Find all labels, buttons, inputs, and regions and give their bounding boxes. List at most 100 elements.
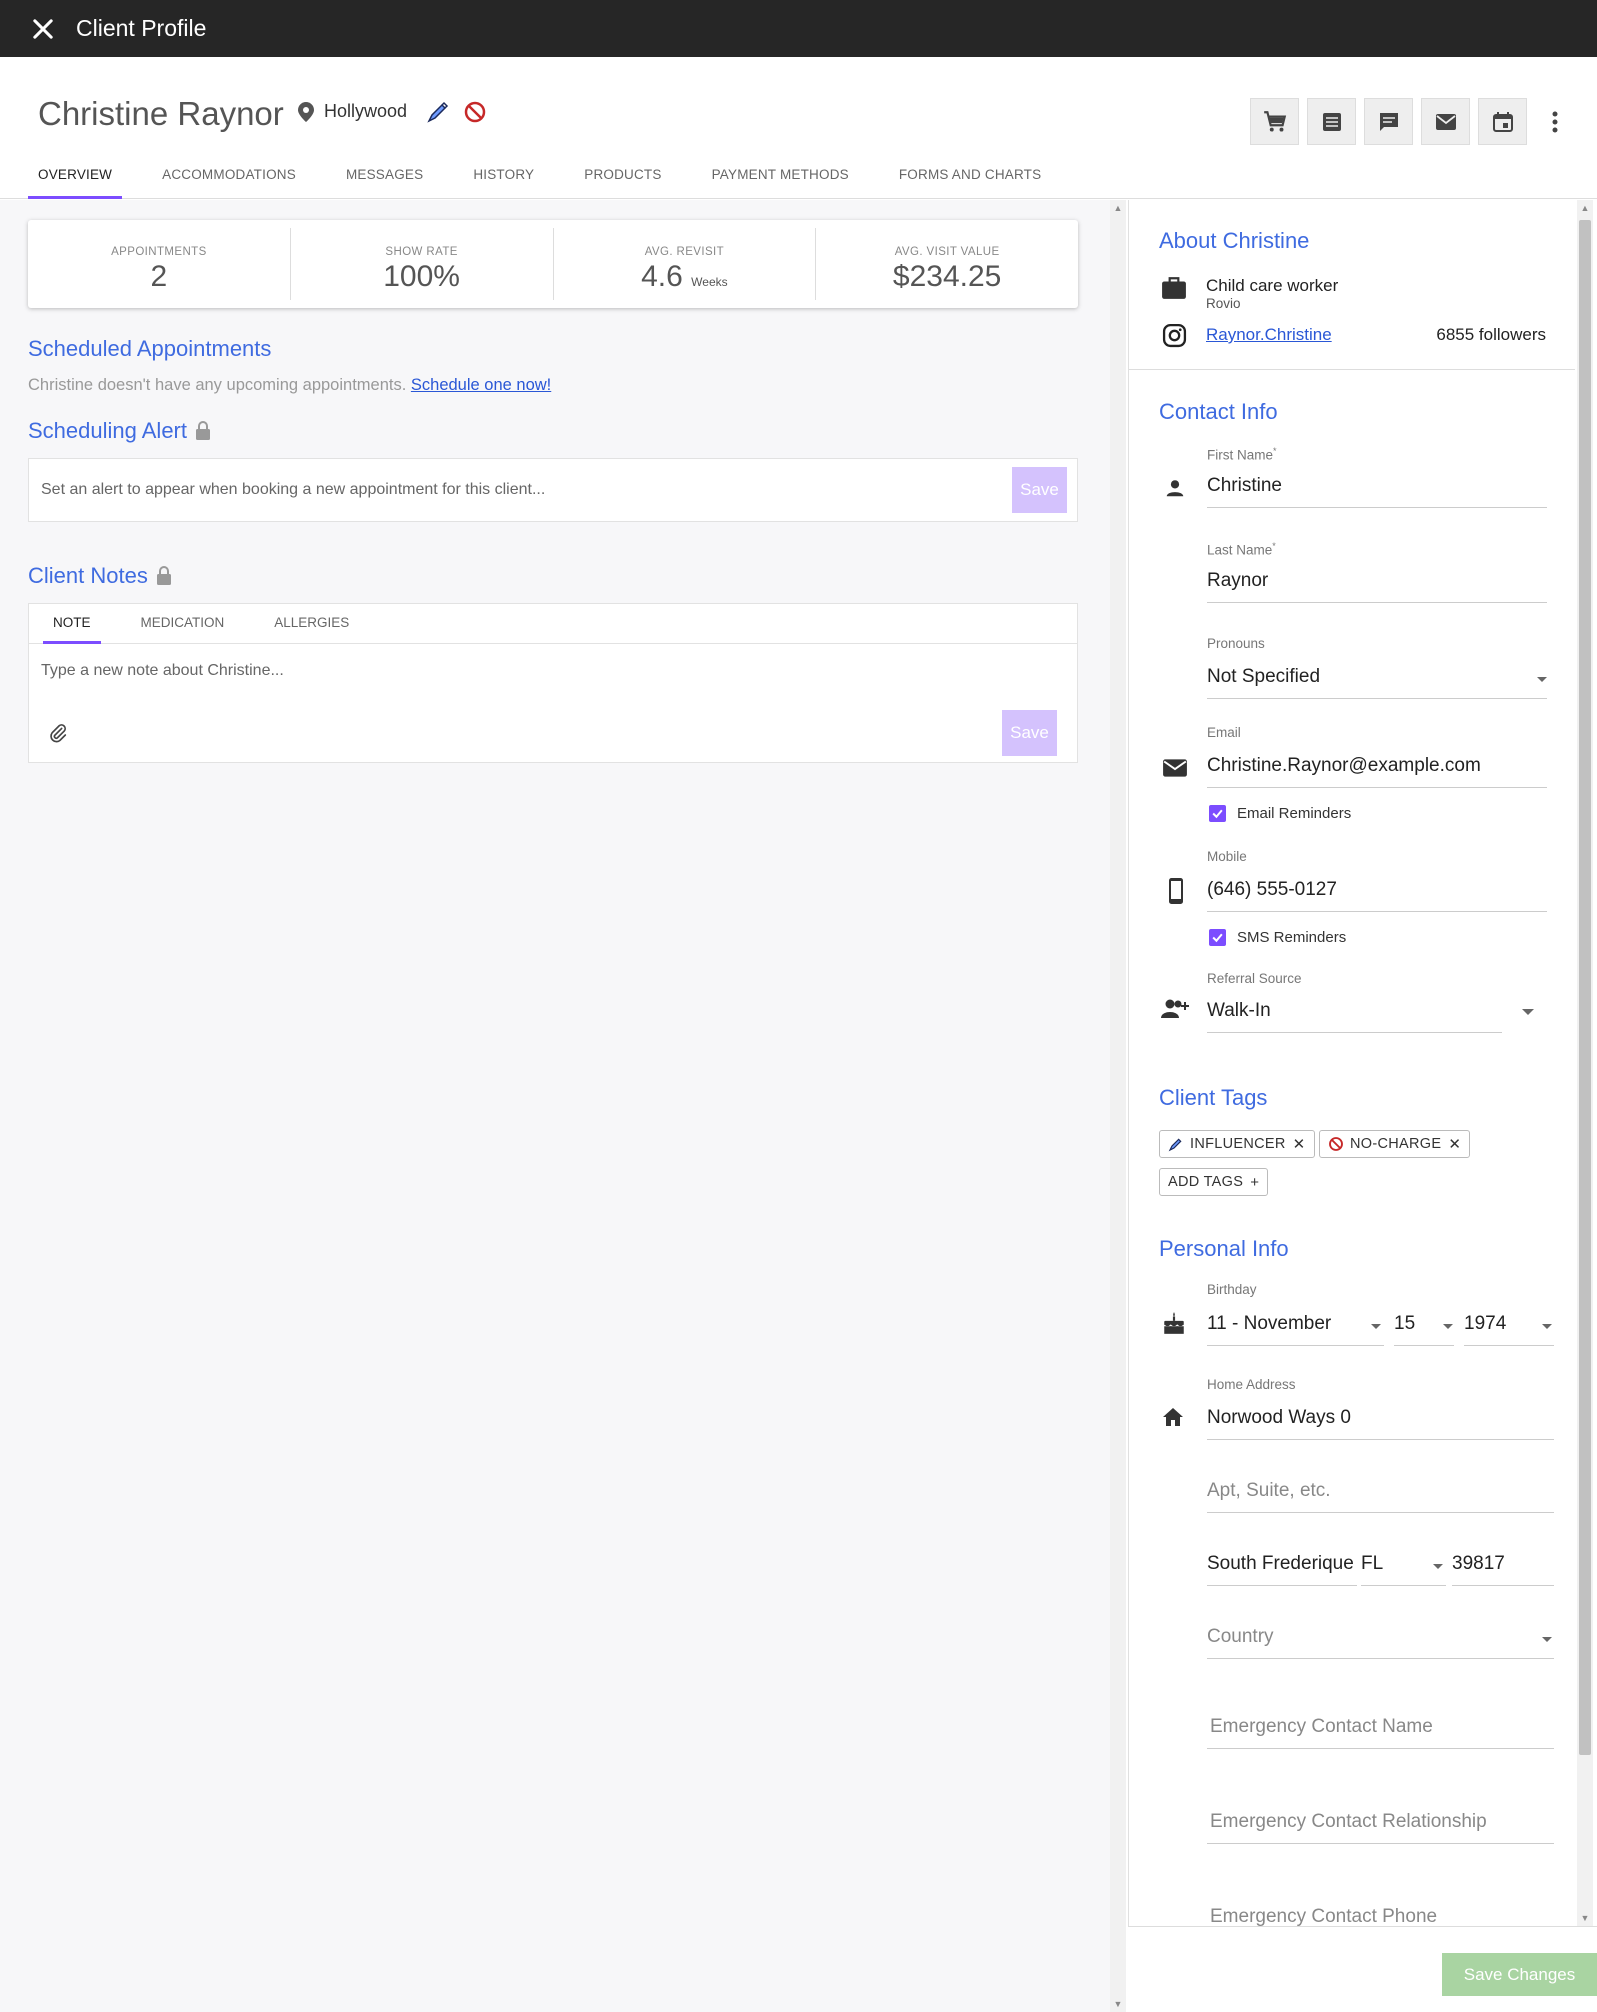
- tab-allergies[interactable]: ALLERGIES: [264, 604, 359, 643]
- lock-icon: [156, 566, 171, 585]
- emergency-contact-relationship-field[interactable]: Emergency Contact Relationship: [1207, 1804, 1554, 1844]
- label-text: First Name: [1207, 447, 1274, 463]
- section-title-text: Scheduling Alert: [28, 418, 187, 443]
- tag-chip-influencer[interactable]: INFLUENCER ✕: [1159, 1130, 1315, 1158]
- tab-products[interactable]: PRODUCTS: [574, 163, 671, 199]
- tab-medication[interactable]: MEDICATION: [131, 604, 235, 643]
- stat-label: SHOW RATE: [385, 246, 458, 258]
- scroll-up-icon[interactable]: ▲: [1577, 200, 1593, 216]
- tab-note[interactable]: NOTE: [43, 604, 101, 644]
- last-name-label: Last Name*: [1207, 541, 1276, 558]
- scroll-down-icon[interactable]: ▼: [1110, 1996, 1126, 2012]
- divider: [1129, 369, 1575, 370]
- calendar-button[interactable]: [1478, 98, 1527, 145]
- required-mark: *: [1272, 541, 1276, 551]
- email-reminders-checkbox[interactable]: [1209, 805, 1226, 822]
- add-tags-label: ADD TAGS: [1168, 1174, 1244, 1190]
- lock-icon: [196, 421, 210, 440]
- more-options-icon[interactable]: [1543, 98, 1567, 145]
- receipt-button[interactable]: [1307, 98, 1356, 145]
- stat-avg-revisit: AVG. REVISIT 4.6 Weeks: [554, 228, 817, 300]
- message-button[interactable]: [1364, 98, 1413, 145]
- no-charge-icon: [1329, 1137, 1343, 1151]
- zip-field[interactable]: 39817: [1452, 1546, 1554, 1586]
- instagram-link[interactable]: Raynor.Christine: [1206, 325, 1332, 345]
- scroll-up-icon[interactable]: ▲: [1110, 200, 1126, 216]
- chevron-down-icon: [1433, 1564, 1443, 1569]
- sms-reminders-checkbox[interactable]: [1209, 929, 1226, 946]
- country-select[interactable]: Country: [1207, 1619, 1554, 1659]
- address-line-1-field[interactable]: Norwood Ways 0: [1207, 1400, 1554, 1440]
- last-name-field[interactable]: Raynor: [1207, 563, 1547, 603]
- section-title-text: Client Notes: [28, 563, 148, 588]
- note-save-button[interactable]: Save: [1002, 710, 1057, 756]
- stat-avg-visit-value: AVG. VISIT VALUE $234.25: [816, 228, 1078, 300]
- tab-forms-and-charts[interactable]: FORMS AND CHARTS: [889, 163, 1051, 199]
- scrollbar-thumb[interactable]: [1579, 220, 1591, 1755]
- about-title: About Christine: [1159, 228, 1310, 253]
- chevron-down-icon: [1537, 677, 1547, 682]
- birthday-label: Birthday: [1207, 1282, 1257, 1297]
- section-title-text: Scheduled Appointments: [28, 336, 272, 361]
- email-button[interactable]: [1421, 98, 1470, 145]
- tab-history[interactable]: HISTORY: [463, 163, 544, 199]
- birth-year-select[interactable]: 1974: [1464, 1306, 1554, 1346]
- person-add-icon: [1161, 998, 1191, 1020]
- tag-chip-no-charge[interactable]: NO-CHARGE ✕: [1319, 1130, 1471, 1158]
- scheduling-alert-input[interactable]: Set an alert to appear when booking a ne…: [28, 458, 1078, 522]
- attachment-icon[interactable]: [47, 722, 69, 744]
- note-input[interactable]: Type a new note about Christine...: [41, 662, 284, 680]
- stat-value-wrap: 4.6 Weeks: [554, 260, 816, 294]
- email-reminders-label: Email Reminders: [1237, 805, 1352, 822]
- mail-icon: [1435, 113, 1456, 130]
- calendar-icon: [1492, 111, 1513, 132]
- briefcase-icon: [1161, 276, 1187, 300]
- mobile-label: Mobile: [1207, 849, 1247, 864]
- chat-icon: [1379, 112, 1398, 131]
- add-tags-button[interactable]: ADD TAGS +: [1159, 1168, 1269, 1196]
- save-changes-button[interactable]: Save Changes: [1442, 1953, 1597, 1996]
- pronouns-select[interactable]: Not Specified: [1207, 659, 1547, 699]
- birth-month-select[interactable]: 11 - November: [1207, 1306, 1384, 1346]
- email-field[interactable]: Christine.Raynor@example.com: [1207, 748, 1547, 788]
- cake-icon: [1161, 1310, 1187, 1336]
- address-line-2-field[interactable]: Apt, Suite, etc.: [1207, 1473, 1554, 1513]
- note-tabs: NOTE MEDICATION ALLERGIES: [29, 604, 1077, 644]
- scroll-down-icon[interactable]: ▼: [1577, 1910, 1593, 1926]
- tag-label: INFLUENCER: [1190, 1136, 1286, 1152]
- profile-tabs: OVERVIEW ACCOMMODATIONS MESSAGES HISTORY…: [28, 163, 1081, 199]
- details-scrollbar[interactable]: ▲ ▼: [1577, 200, 1593, 1926]
- cart-button[interactable]: [1250, 98, 1299, 145]
- personal-info-title: Personal Info: [1159, 1236, 1289, 1261]
- save-bar: Save Changes: [1128, 1926, 1597, 2012]
- tab-messages[interactable]: MESSAGES: [336, 163, 433, 199]
- stat-value: 100%: [383, 260, 460, 293]
- stat-value: 2: [150, 260, 168, 293]
- scheduled-appointments-title: Scheduled Appointments: [28, 336, 271, 362]
- person-icon: [1164, 477, 1186, 499]
- remove-tag-icon[interactable]: ✕: [1448, 1135, 1461, 1153]
- city-field[interactable]: South Frederique: [1207, 1546, 1357, 1586]
- stat-label: AVG. VISIT VALUE: [894, 246, 1000, 258]
- client-notes-title: Client Notes: [28, 563, 172, 589]
- referral-source-select[interactable]: Walk-In: [1207, 993, 1502, 1033]
- alert-save-button[interactable]: Save: [1012, 467, 1067, 513]
- tab-overview[interactable]: OVERVIEW: [28, 163, 123, 199]
- mobile-field[interactable]: (646) 555-0127: [1207, 872, 1547, 912]
- first-name-field[interactable]: Christine: [1207, 468, 1547, 508]
- schedule-now-link[interactable]: Schedule one now!: [411, 376, 551, 394]
- emergency-contact-name-field[interactable]: Emergency Contact Name: [1207, 1709, 1554, 1749]
- remove-tag-icon[interactable]: ✕: [1293, 1135, 1306, 1153]
- client-notes-box: NOTE MEDICATION ALLERGIES Type a new not…: [28, 603, 1078, 763]
- stats-card: APPOINTMENTS 2 SHOW RATE 100% AVG. REVIS…: [28, 220, 1078, 308]
- close-icon[interactable]: [29, 15, 57, 43]
- tab-accommodations[interactable]: ACCOMMODATIONS: [152, 163, 306, 199]
- chevron-down-icon[interactable]: [1522, 1009, 1534, 1015]
- client-name: Christine Raynor: [38, 95, 284, 132]
- company-name: Rovio: [1206, 296, 1241, 311]
- main-scrollbar[interactable]: ▲ ▼: [1110, 200, 1126, 2012]
- first-name-label: First Name*: [1207, 446, 1277, 463]
- home-icon: [1161, 1405, 1185, 1429]
- job-title: Child care worker: [1206, 276, 1339, 295]
- tab-payment-methods[interactable]: PAYMENT METHODS: [702, 163, 859, 199]
